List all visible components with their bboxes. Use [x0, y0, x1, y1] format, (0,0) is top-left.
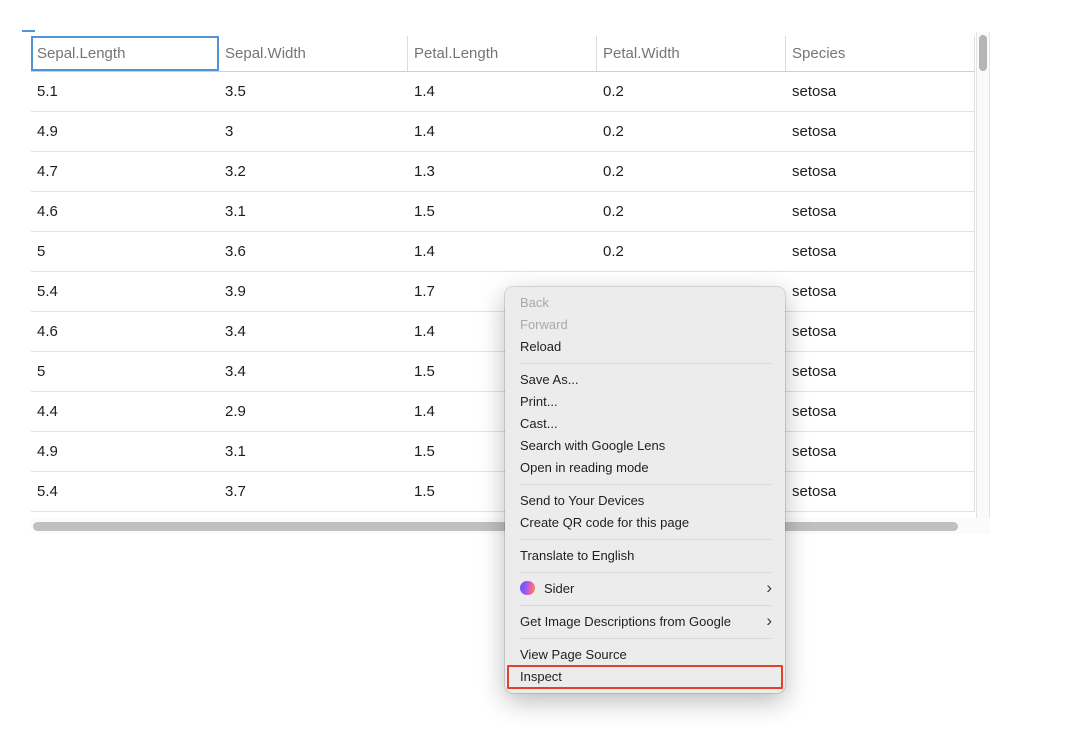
table-row: 5.4 3.9 1.7 setosa	[31, 272, 974, 312]
menu-item-send-to-devices[interactable]: Send to Your Devices	[505, 490, 785, 512]
cell-sepal-width[interactable]: 2.9	[219, 392, 408, 431]
cell-sepal-width[interactable]: 3.4	[219, 352, 408, 391]
cell-species[interactable]: setosa	[786, 312, 975, 351]
cell-species[interactable]: setosa	[786, 192, 975, 231]
menu-separator	[519, 605, 771, 606]
table-row: 4.9 3 1.4 0.2 setosa	[31, 112, 974, 152]
cell-petal-length[interactable]: 1.3	[408, 152, 597, 191]
table-row: 5 3.4 1.5 setosa	[31, 352, 974, 392]
cell-petal-length[interactable]: 1.4	[408, 232, 597, 271]
cell-sepal-width[interactable]: 3.1	[219, 432, 408, 471]
menu-item-back: Back	[505, 292, 785, 314]
cell-petal-width[interactable]: 0.2	[597, 72, 786, 111]
column-header-sepal-length[interactable]: Sepal.Length	[31, 36, 219, 71]
table-body: 5.1 3.5 1.4 0.2 setosa 4.9 3 1.4 0.2 set…	[31, 72, 974, 512]
menu-item-label: Get Image Descriptions from Google	[520, 614, 731, 629]
column-header-sepal-width[interactable]: Sepal.Width	[219, 36, 408, 71]
cell-sepal-length[interactable]: 4.9	[31, 432, 219, 471]
cell-species[interactable]: setosa	[786, 112, 975, 151]
menu-separator	[519, 363, 771, 364]
menu-item-view-page-source[interactable]: View Page Source	[505, 644, 785, 666]
sider-brain-icon	[520, 581, 535, 595]
cell-species[interactable]: setosa	[786, 152, 975, 191]
menu-item-inspect[interactable]: Inspect	[505, 666, 785, 688]
menu-item-label: Sider	[544, 581, 574, 596]
menu-item-label: Inspect	[520, 669, 562, 684]
cell-petal-width[interactable]: 0.2	[597, 192, 786, 231]
menu-item-print[interactable]: Print...	[505, 391, 785, 413]
column-header-species[interactable]: Species	[786, 36, 975, 71]
menu-separator	[519, 539, 771, 540]
stray-focus-mark	[22, 30, 35, 32]
vertical-scrollbar[interactable]	[976, 32, 990, 534]
context-menu: Back Forward Reload Save As... Print... …	[505, 287, 785, 693]
chevron-right-icon: ›	[766, 611, 772, 633]
cell-sepal-length[interactable]: 5.4	[31, 472, 219, 511]
cell-petal-length[interactable]: 1.5	[408, 192, 597, 231]
table-row: 4.4 2.9 1.4 setosa	[31, 392, 974, 432]
cell-sepal-length[interactable]: 4.6	[31, 312, 219, 351]
cell-petal-width[interactable]: 0.2	[597, 152, 786, 191]
cell-sepal-length[interactable]: 5.4	[31, 272, 219, 311]
cell-sepal-length[interactable]: 4.7	[31, 152, 219, 191]
cell-sepal-width[interactable]: 3	[219, 112, 408, 151]
cell-species[interactable]: setosa	[786, 392, 975, 431]
cell-species[interactable]: setosa	[786, 272, 975, 311]
menu-separator	[519, 572, 771, 573]
cell-sepal-length[interactable]: 5	[31, 352, 219, 391]
cell-sepal-length[interactable]: 4.4	[31, 392, 219, 431]
table-row: 5 3.6 1.4 0.2 setosa	[31, 232, 974, 272]
cell-sepal-width[interactable]: 3.6	[219, 232, 408, 271]
menu-item-translate[interactable]: Translate to English	[505, 545, 785, 567]
chevron-right-icon: ›	[766, 578, 772, 600]
menu-item-get-image-descriptions[interactable]: Get Image Descriptions from Google ›	[505, 611, 785, 633]
menu-item-forward: Forward	[505, 314, 785, 336]
data-table: Sepal.Length Sepal.Width Petal.Length Pe…	[31, 36, 975, 512]
table-row: 5.4 3.7 1.5 setosa	[31, 472, 974, 512]
cell-sepal-width[interactable]: 3.1	[219, 192, 408, 231]
cell-species[interactable]: setosa	[786, 432, 975, 471]
cell-species[interactable]: setosa	[786, 232, 975, 271]
cell-petal-length[interactable]: 1.4	[408, 112, 597, 151]
cell-species[interactable]: setosa	[786, 72, 975, 111]
cell-sepal-length[interactable]: 4.9	[31, 112, 219, 151]
menu-item-save-as[interactable]: Save As...	[505, 369, 785, 391]
table-header-row: Sepal.Length Sepal.Width Petal.Length Pe…	[31, 36, 974, 72]
menu-separator	[519, 484, 771, 485]
menu-item-open-reading-mode[interactable]: Open in reading mode	[505, 457, 785, 479]
table-row: 4.6 3.4 1.4 setosa	[31, 312, 974, 352]
cell-species[interactable]: setosa	[786, 352, 975, 391]
column-header-petal-width[interactable]: Petal.Width	[597, 36, 786, 71]
table-row: 4.7 3.2 1.3 0.2 setosa	[31, 152, 974, 192]
cell-sepal-width[interactable]: 3.7	[219, 472, 408, 511]
column-header-petal-length[interactable]: Petal.Length	[408, 36, 597, 71]
cell-sepal-length[interactable]: 4.6	[31, 192, 219, 231]
page: Sepal.Length Sepal.Width Petal.Length Pe…	[0, 0, 1065, 737]
menu-item-reload[interactable]: Reload	[505, 336, 785, 358]
cell-petal-width[interactable]: 0.2	[597, 112, 786, 151]
cell-sepal-length[interactable]: 5	[31, 232, 219, 271]
menu-item-sider[interactable]: Sider ›	[505, 578, 785, 600]
menu-item-search-google-lens[interactable]: Search with Google Lens	[505, 435, 785, 457]
cell-petal-length[interactable]: 1.4	[408, 72, 597, 111]
cell-sepal-width[interactable]: 3.9	[219, 272, 408, 311]
cell-petal-width[interactable]: 0.2	[597, 232, 786, 271]
vertical-scrollbar-thumb[interactable]	[979, 35, 987, 71]
cell-sepal-width[interactable]: 3.2	[219, 152, 408, 191]
menu-item-create-qr-code[interactable]: Create QR code for this page	[505, 512, 785, 534]
table-row: 5.1 3.5 1.4 0.2 setosa	[31, 72, 974, 112]
menu-separator	[519, 638, 771, 639]
table-row: 4.9 3.1 1.5 setosa	[31, 432, 974, 472]
cell-species[interactable]: setosa	[786, 472, 975, 511]
cell-sepal-length[interactable]: 5.1	[31, 72, 219, 111]
table-row: 4.6 3.1 1.5 0.2 setosa	[31, 192, 974, 232]
cell-sepal-width[interactable]: 3.4	[219, 312, 408, 351]
cell-sepal-width[interactable]: 3.5	[219, 72, 408, 111]
horizontal-scrollbar-thumb[interactable]	[33, 522, 958, 531]
menu-item-cast[interactable]: Cast...	[505, 413, 785, 435]
